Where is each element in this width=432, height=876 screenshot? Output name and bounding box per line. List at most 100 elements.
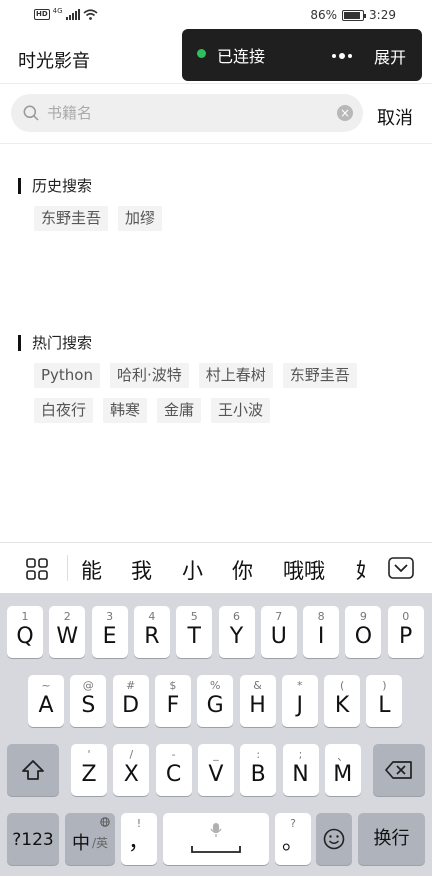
shift-key[interactable] [7,744,59,796]
key-k[interactable]: (K [324,675,361,727]
clock: 3:29 [369,8,396,22]
key-main-label: H [249,693,266,718]
enter-key[interactable]: 换行 [358,813,425,865]
ime-candidate[interactable]: 能 [81,555,102,585]
key-e[interactable]: 3E [91,606,128,658]
key-b[interactable]: :B [240,744,277,796]
symbols-key[interactable]: ?123 [7,813,59,865]
hot-tag[interactable]: Python [34,363,100,388]
more-dots-icon[interactable] [332,53,352,59]
key-s[interactable]: @ S [70,675,107,727]
key-q[interactable]: 1Q [7,606,43,658]
battery-percent: 86% [310,8,338,22]
history-tag[interactable]: 加缪 [118,206,163,231]
key-main-label: Y [229,624,244,649]
key-i[interactable]: 8I [303,606,340,658]
history-tags: 东野圭吾 加缪 [34,206,163,231]
wifi-icon [83,9,98,20]
key-main-label: J [296,693,304,718]
hot-tag[interactable]: 哈利·波特 [110,363,189,388]
key-a[interactable]: ~ A [28,675,64,727]
key-j[interactable]: * J [281,675,318,727]
key-sub-label: _ [213,748,219,761]
network-type-label: 4G [52,6,63,15]
key-sub-label: 8 [317,610,325,623]
search-icon [23,105,39,121]
key-sub-label: ) [382,679,387,692]
candidate-divider [67,555,68,581]
keyboard: 1Q2W3E4R5T6Y7U8I9O0P ~ A @ S # D $ F% G & H * J(K) L … [0,593,432,876]
history-tag[interactable]: 东野圭吾 [34,206,109,231]
key-z[interactable]: ' Z [71,744,107,796]
key-main-label: U [270,624,287,649]
key-o[interactable]: 9O [345,606,382,658]
key-main-label: F [166,693,180,718]
enter-key-label: 换行 [373,828,410,849]
hot-tag[interactable]: 东野圭吾 [282,363,357,388]
space-key[interactable] [163,813,269,865]
key-sub-label: ' [87,748,91,761]
key-p[interactable]: 0P [387,606,424,658]
key-f[interactable]: $ F [154,675,191,727]
keyboard-collapse-icon[interactable] [388,557,414,579]
lang-key-sub: /英 [92,836,109,850]
key-r[interactable]: 4R [133,606,170,658]
key-w[interactable]: 2W [49,606,86,658]
cancel-button[interactable]: 取消 [377,104,413,130]
shift-icon [22,760,44,780]
key-u[interactable]: 7U [260,606,297,658]
key-v[interactable]: _ V [197,744,234,796]
ime-candidate[interactable]: 你 [232,555,253,585]
period-key[interactable]: ? 。 [275,813,311,865]
expand-button[interactable]: 展开 [374,44,406,68]
grid-menu-icon[interactable] [26,558,48,580]
key-main-label: G [206,693,224,718]
key-h[interactable]: & H [239,675,276,727]
status-right: 86% 3:29 [310,8,396,22]
key-d[interactable]: # D [112,675,149,727]
key-g[interactable]: % G [197,675,234,727]
key-sub-label: * [297,679,303,692]
ime-candidate-bar: 能 我 小 你 哦哦 好 [0,542,432,593]
key-m[interactable]: 、 M [324,744,361,796]
key-main-label: S [81,693,96,718]
ime-candidate[interactable]: 好 [356,555,365,585]
ime-candidate[interactable]: 我 [131,555,152,585]
key-y[interactable]: 6Y [218,606,255,658]
key-main-label: C [165,762,182,787]
hot-tag[interactable]: 金庸 [157,398,202,423]
hot-tag[interactable]: 村上春树 [198,363,273,388]
search-input[interactable] [47,94,327,132]
hot-tag[interactable]: 白夜行 [34,398,94,423]
section-marker [18,177,21,194]
key-x[interactable]: / X [113,744,150,796]
key-main-label: Z [81,762,97,787]
search-box[interactable]: × [11,94,363,132]
battery-level [344,11,360,19]
connection-capsule[interactable]: 已连接 展开 [182,29,422,81]
connected-dot-icon [197,49,206,58]
comma-key[interactable]: ! ， [121,813,157,865]
microphone-icon [210,823,222,837]
key-sub-label: 3 [106,610,114,623]
key-sub-label: & [253,679,262,692]
hot-tag[interactable]: 韩寒 [103,398,148,423]
backspace-key[interactable] [373,744,425,796]
ime-candidate[interactable]: 哦哦 [283,555,325,585]
key-sub-label: 4 [148,610,156,623]
emoji-key[interactable] [316,813,352,865]
ime-candidate[interactable]: 小 [182,555,203,585]
key-main-label: R [144,624,160,649]
clear-icon[interactable]: × [337,105,353,121]
search-row: × 取消 [0,84,432,144]
key-n[interactable]: ; N [282,744,319,796]
key-t[interactable]: 5T [176,606,213,658]
key-sub-label: @ [82,679,94,692]
key-sub-label: # [125,679,136,692]
key-l[interactable]: ) L [366,675,403,727]
language-switch-key[interactable]: 中 /英 [65,813,115,865]
key-sub-label: ~ [41,679,51,692]
key-c[interactable]: -C [155,744,192,796]
hot-tag[interactable]: 王小波 [211,398,271,423]
connection-status: 已连接 [217,47,266,66]
